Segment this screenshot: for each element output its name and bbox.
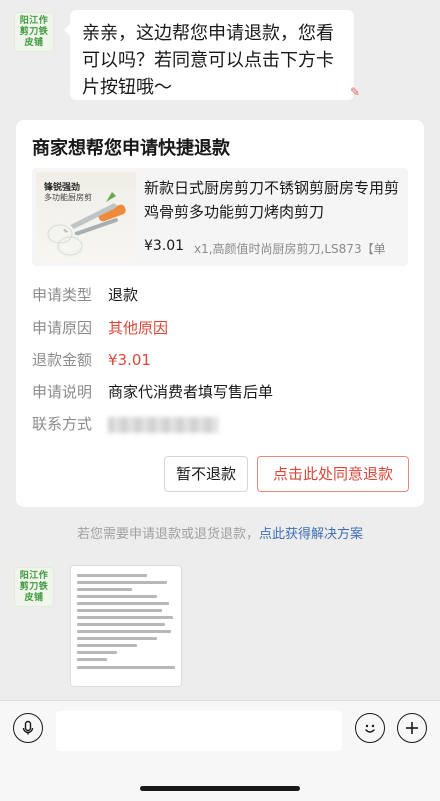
row-label: 申请类型 [32, 286, 93, 304]
emoji-icon[interactable] [355, 713, 385, 743]
row-label: 申请说明 [32, 383, 93, 401]
row-apply-type: 申请类型 退款 [32, 284, 138, 305]
message-text: 亲亲，这边帮您申请退款，您看可以吗？若同意可以点击下方卡片按钮哦～ [82, 23, 334, 98]
avatar-text-1: 阳江作 [19, 570, 49, 581]
sticker-icon: ✎ [350, 85, 361, 99]
contact-redacted [108, 416, 218, 433]
row-apply-reason: 申请原因 其他原因 [32, 317, 168, 338]
hint-text: 若您需要申请退款或退货退款， [76, 527, 259, 542]
product-title: 新款日式厨房剪刀不锈钢剪厨房专用剪鸡骨剪多功能剪刀烤肉剪刀 [144, 179, 400, 221]
row-value: 退款 [108, 286, 139, 304]
row-contact: 联系方式 [32, 413, 218, 434]
message-input[interactable] [56, 711, 342, 751]
avatar-text-2: 剪刀铁 [19, 581, 49, 592]
avatar-text-3: 皮铺 [24, 592, 44, 603]
merchant-avatar[interactable]: 阳江作 剪刀铁 皮铺 [14, 567, 54, 607]
avatar-text-3: 皮铺 [24, 37, 44, 48]
row-apply-note: 申请说明 商家代消费者填写售后单 [32, 381, 273, 402]
product-price: ¥3.01 [144, 238, 185, 254]
reject-refund-button[interactable]: 暂不退款 [164, 456, 248, 492]
message-bubble[interactable]: 亲亲，这边帮您申请退款，您看可以吗？若同意可以点击下方卡片按钮哦～ [64, 10, 354, 100]
plus-icon[interactable] [397, 713, 427, 743]
voice-icon[interactable] [13, 713, 43, 743]
row-refund-amount: 退款金额 ¥3.01 [32, 349, 151, 370]
home-indicator [140, 786, 300, 791]
avatar-text-2: 剪刀铁 [19, 26, 49, 37]
merchant-avatar[interactable]: 阳江作 剪刀铁 皮铺 [14, 12, 54, 52]
row-label: 申请原因 [32, 319, 93, 337]
product-spec: x1,高颜值时尚厨房剪刀,LS873【单 [194, 242, 386, 256]
refund-card[interactable]: 商家想帮您申请快捷退款 锋锐强劲 多功能厨房剪 新款日式厨房剪刀不锈钢剪厨房专用… [16, 120, 424, 507]
avatar-text-1: 阳江作 [19, 15, 49, 26]
row-label: 退款金额 [32, 351, 93, 369]
scissors-icon [45, 192, 126, 258]
row-value: 其他原因 [108, 319, 169, 337]
row-value: ¥3.01 [108, 351, 151, 369]
row-value: 商家代消费者填写售后单 [108, 383, 274, 401]
row-label: 联系方式 [32, 415, 93, 433]
agree-refund-button[interactable]: 点击此处同意退款 [257, 456, 409, 492]
refund-hint: 若您需要申请退款或退货退款，点此获得解决方案 [0, 523, 440, 542]
solution-link[interactable]: 点此获得解决方案 [259, 527, 363, 542]
product-image: 锋锐强劲 多功能厨房剪 [36, 172, 136, 262]
product-item[interactable]: 锋锐强劲 多功能厨房剪 新款日式厨房剪刀不锈钢剪厨房专用剪鸡骨剪多功能剪刀烤肉剪… [32, 168, 408, 266]
card-title: 商家想帮您申请快捷退款 [32, 138, 230, 159]
image-message[interactable] [70, 565, 182, 687]
